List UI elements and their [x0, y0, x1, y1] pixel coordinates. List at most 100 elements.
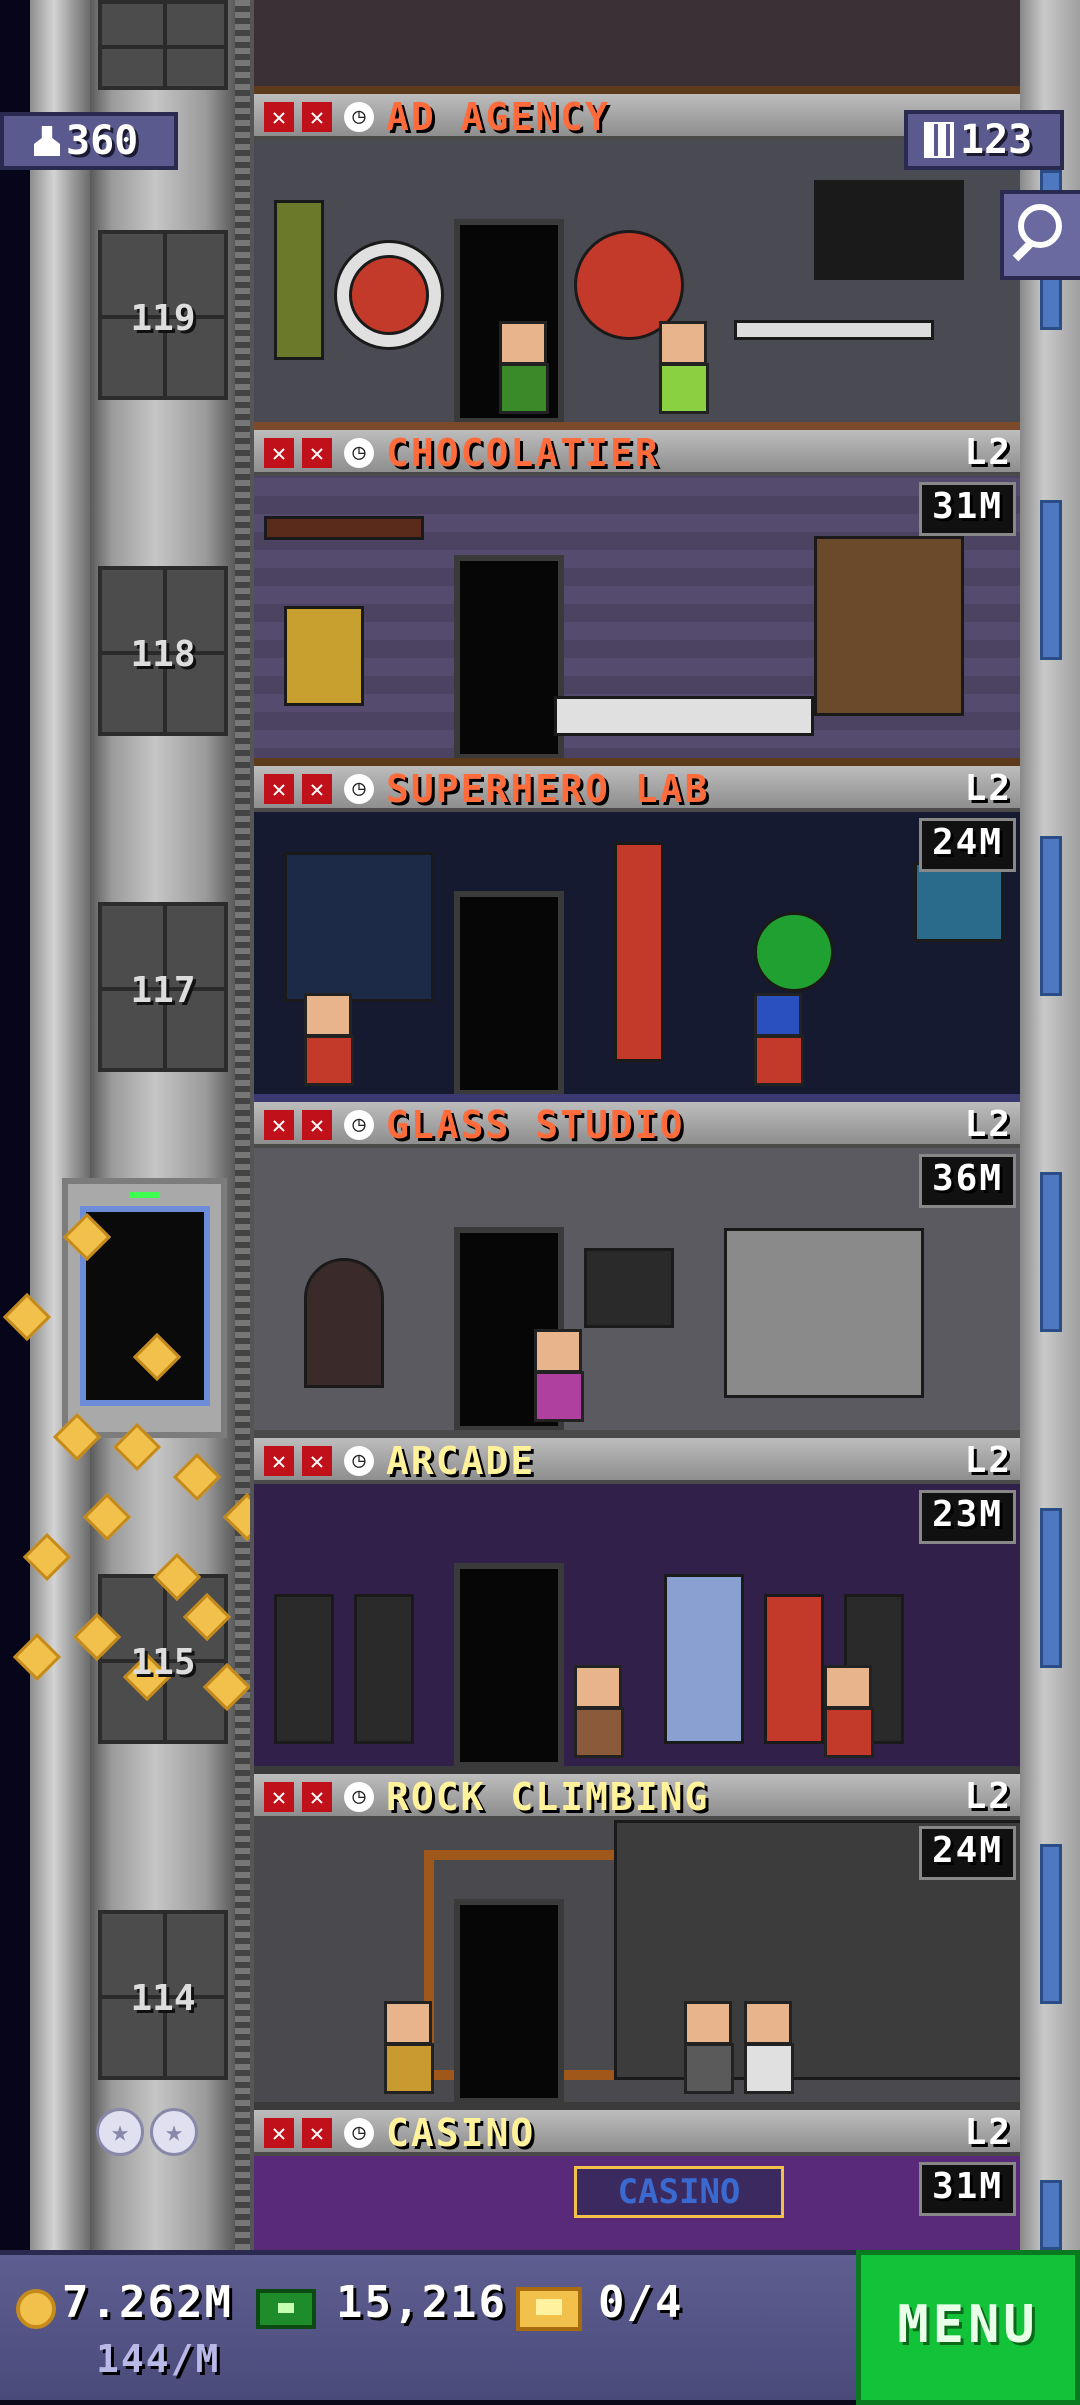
resident[interactable]: [684, 2001, 734, 2096]
tower-window: [1040, 1508, 1062, 1668]
space-background: [0, 0, 30, 2250]
floor-room-rock-climbing[interactable]: ✕ ✕ ◷ ROCK CLIMBING L2 24M: [250, 1774, 1020, 2110]
floor-baseline: [254, 1094, 1020, 1102]
tower-window: [1040, 2180, 1062, 2250]
tesla-coil-prop: [614, 842, 664, 1062]
arcade-cabinet-prop: [764, 1594, 824, 1744]
room-scene: [254, 1148, 1020, 1438]
floor-level-badge: L2: [964, 1776, 1012, 1817]
red-x-icon: ✕: [302, 774, 332, 804]
floor-name: SUPERHERO LAB: [386, 767, 710, 811]
room-door: [454, 555, 564, 760]
floor-number-label: 114: [130, 1978, 196, 2019]
red-x-icon: ✕: [264, 438, 294, 468]
ticket-icon: [516, 2287, 582, 2331]
elevator-indicator-light: [130, 1192, 160, 1198]
tower-window: [1040, 1172, 1062, 1332]
casino-sign: CASINO: [574, 2166, 784, 2218]
floor-count-value: 123: [960, 117, 1033, 163]
clock-icon: ◷: [344, 1110, 374, 1140]
floor-room-superhero-lab[interactable]: ✕ ✕ ◷ SUPERHERO LAB L2 24M: [250, 766, 1020, 1102]
tower-window: [1040, 836, 1062, 996]
clock-icon: ◷: [344, 2118, 374, 2148]
red-x-icon: ✕: [302, 438, 332, 468]
floor-income-badge: 36M: [918, 1154, 1016, 1208]
floor-counter[interactable]: 123: [904, 110, 1064, 170]
floor-level-badge: L2: [964, 768, 1012, 809]
map-screen-prop: [914, 862, 1004, 942]
red-x-icon: ✕: [264, 774, 294, 804]
floor-level-badge: L2: [964, 2112, 1012, 2153]
population-counter[interactable]: 360: [0, 112, 178, 170]
floor-name: GLASS STUDIO: [386, 1103, 685, 1147]
floor-income-badge: 24M: [918, 818, 1016, 872]
tower-window: [1040, 1844, 1062, 2004]
egg-chair-seat: [349, 255, 429, 335]
room-door: [454, 891, 564, 1096]
floor-name: AD AGENCY: [386, 95, 610, 139]
resident[interactable]: [659, 321, 709, 416]
floor-room-casino[interactable]: ✕ ✕ ◷ CASINO L2 31M CASINO: [250, 2110, 1020, 2250]
resident[interactable]: [384, 2001, 434, 2096]
floor-income-badge: 23M: [918, 1490, 1016, 1544]
tower-outer-wall: [30, 0, 90, 2250]
population-value: 360: [66, 118, 139, 164]
floor-room-glass-studio[interactable]: ✕ ✕ ◷ GLASS STUDIO L2 36M: [250, 1102, 1020, 1438]
red-x-icon: ✕: [302, 1110, 332, 1140]
arcade-cabinet-prop: [354, 1594, 414, 1744]
coin-icon: [16, 2289, 56, 2329]
floor-header: ✕ ✕ ◷ CHOCOLATIER L2: [254, 430, 1020, 476]
radar-prop: [754, 912, 834, 992]
tower-bux-value: 15,216: [336, 2277, 507, 2328]
clock-icon: ◷: [344, 102, 374, 132]
floor-header: ✕ ✕ ◷ ARCADE L2: [254, 1438, 1020, 1484]
resident[interactable]: [499, 321, 549, 416]
resident[interactable]: [304, 993, 354, 1088]
resident[interactable]: [754, 993, 804, 1088]
plant-prop: [274, 200, 324, 360]
floor-room-chocolatier[interactable]: ✕ ✕ ◷ CHOCOLATIER L2 31M: [250, 430, 1020, 766]
bux-bill-icon: [256, 2289, 316, 2329]
star-icon[interactable]: ★: [96, 2108, 144, 2156]
floor-baseline: [254, 2102, 1020, 2110]
floor-income-badge: 31M: [918, 482, 1016, 536]
hologram-screen-prop: [284, 852, 434, 1002]
room-scene: CASINO: [254, 2156, 1020, 2250]
red-x-icon: ✕: [302, 1446, 332, 1476]
resident[interactable]: [534, 1329, 584, 1424]
floor-income-badge: 31M: [918, 2162, 1016, 2216]
floor-level-badge: L2: [964, 1104, 1012, 1145]
room-scene: [254, 140, 1020, 430]
tower-window: [1040, 500, 1062, 660]
clock-icon: ◷: [344, 774, 374, 804]
red-x-icon: ✕: [264, 1110, 294, 1140]
floor-room-partial[interactable]: [250, 0, 1020, 94]
floor-baseline: [254, 86, 1020, 94]
floor-income-badge: 24M: [918, 1826, 1016, 1880]
room-scene: [254, 812, 1020, 1102]
menu-button[interactable]: MENU: [856, 2250, 1080, 2405]
search-button[interactable]: [1000, 190, 1080, 280]
resident[interactable]: [574, 1665, 624, 1760]
coin-rate-value: 144/M: [96, 2337, 221, 2381]
shelf-prop: [264, 516, 424, 540]
tool-rack-prop: [584, 1248, 674, 1328]
shaft-floor-marker: [98, 0, 228, 90]
counter-prop: [554, 696, 814, 736]
glass-shelf-prop: [724, 1228, 924, 1398]
floor-header: ✕ ✕ ◷ CASINO L2: [254, 2110, 1020, 2156]
tickets-value: 0/4: [598, 2277, 684, 2328]
floor-room-arcade[interactable]: ✕ ✕ ◷ ARCADE L2 23M: [250, 1438, 1020, 1774]
floor-baseline: [254, 1430, 1020, 1438]
floor-level-badge: L2: [964, 432, 1012, 473]
clock-icon: ◷: [344, 1446, 374, 1476]
arcade-cabinet-prop: [274, 1594, 334, 1744]
star-icon[interactable]: ★: [150, 2108, 198, 2156]
floor-header: ✕ ✕ ◷ SUPERHERO LAB L2: [254, 766, 1020, 812]
floor-number-label: 117: [130, 970, 196, 1011]
room-scene: [254, 1484, 1020, 1774]
resident[interactable]: [824, 1665, 874, 1760]
person-icon: [34, 126, 60, 156]
room-scene: [254, 1820, 1020, 2110]
resident[interactable]: [744, 2001, 794, 2096]
